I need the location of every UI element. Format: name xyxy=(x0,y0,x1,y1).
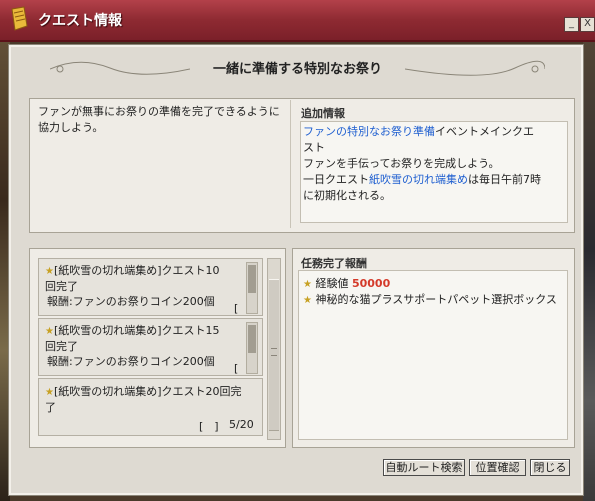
close-window-button[interactable]: X xyxy=(580,17,595,32)
minimize-button[interactable]: _ xyxy=(564,17,579,32)
quest-list-item[interactable]: ★[紙吹雪の切れ端集め]クエスト15 回完了 報酬:ファンのお祭りコイン200個… xyxy=(38,318,263,376)
window-title: クエスト情報 xyxy=(38,13,122,29)
item-reward: ★ 神秘的な猫プラスサポートパペット選択ボックス xyxy=(303,291,557,307)
exp-reward: ★ 経験値 50000 xyxy=(303,275,390,291)
quest-item-title-cont: 了 xyxy=(45,401,56,414)
quest-info-window: クエスト情報 _ X 一緒に準備する特別なお祭り ファンが無事にお祭りの準備を完… xyxy=(0,0,595,501)
info-line2: スト xyxy=(303,141,325,154)
star-icon: ★ xyxy=(303,279,312,290)
star-icon: ★ xyxy=(45,266,54,277)
exp-value: 50000 xyxy=(351,277,391,290)
event-name: ファンの特別なお祭り準備 xyxy=(303,125,435,138)
quest-item-scrollbar[interactable] xyxy=(246,322,258,374)
quest-item-title-cont: 回完了 xyxy=(45,280,78,293)
additional-info-heading: 追加情報 xyxy=(301,107,345,120)
quest-title: 一緒に準備する特別なお祭り xyxy=(212,62,382,77)
auto-route-button[interactable]: 自動ルート検索 xyxy=(383,459,465,476)
title-bar[interactable]: クエスト情報 _ X xyxy=(0,0,595,42)
scrollbar-thumb[interactable] xyxy=(269,279,279,431)
close-button[interactable]: 閉じる xyxy=(530,459,570,476)
quest-item-title: [紙吹雪の切れ端集め]クエスト15 xyxy=(53,324,220,337)
locate-button[interactable]: 位置確認 xyxy=(469,459,526,476)
star-icon: ★ xyxy=(45,387,54,398)
quest-item-reward: 報酬:ファンのお祭りコイン200個 xyxy=(47,295,215,308)
star-icon: ★ xyxy=(45,326,54,337)
info-line3: ファンを手伝ってお祭りを完成しよう。 xyxy=(303,157,500,170)
quest-item-title: [紙吹雪の切れ端集め]クエスト20回完 xyxy=(53,385,242,398)
quest-item-title: [紙吹雪の切れ端集め]クエスト10 xyxy=(53,264,220,277)
rewards-heading: 任務完了報酬 xyxy=(301,257,367,270)
quest-item-reward: 報酬:ファンのお祭りコイン200個 xyxy=(47,355,215,368)
panel-divider xyxy=(290,100,291,228)
quest-item-scrollbar[interactable] xyxy=(246,262,258,314)
info-line1: イベントメインクエ xyxy=(435,125,534,138)
star-icon: ★ xyxy=(303,295,312,306)
additional-info-text: ファンの特別なお祭り準備イベントメインクエ スト ファンを手伝ってお祭りを完成し… xyxy=(303,124,565,204)
info-line5: に初期化される。 xyxy=(303,189,391,202)
quest-list-item[interactable]: ★[紙吹雪の切れ端集め]クエスト10 回完了 報酬:ファンのお祭りコイン200個… xyxy=(38,258,263,316)
quest-list-item[interactable]: ★[紙吹雪の切れ端集め]クエスト20回完 了 [ ] 5/20 xyxy=(38,378,263,436)
quest-item-checkbox[interactable]: [ ] xyxy=(199,418,219,434)
quest-item-title-cont: 回完了 xyxy=(45,340,78,353)
quest-description: ファンが無事にお祭りの準備を完了できるように協力しよう。 xyxy=(38,105,280,134)
quest-list-scrollbar[interactable] xyxy=(267,258,281,440)
quest-progress: 5/20 xyxy=(229,418,254,431)
exp-label: 経験値 xyxy=(315,277,349,290)
info-line4-prefix: 一日クエスト xyxy=(303,173,369,186)
daily-quest-name: 紙吹雪の切れ端集め xyxy=(369,173,468,186)
item-reward-name: 神秘的な猫プラスサポートパペット選択ボックス xyxy=(315,293,557,306)
scroll-icon xyxy=(11,6,28,31)
grip-icon xyxy=(271,348,277,356)
info-line4-suffix: は毎日午前7時 xyxy=(468,173,541,186)
